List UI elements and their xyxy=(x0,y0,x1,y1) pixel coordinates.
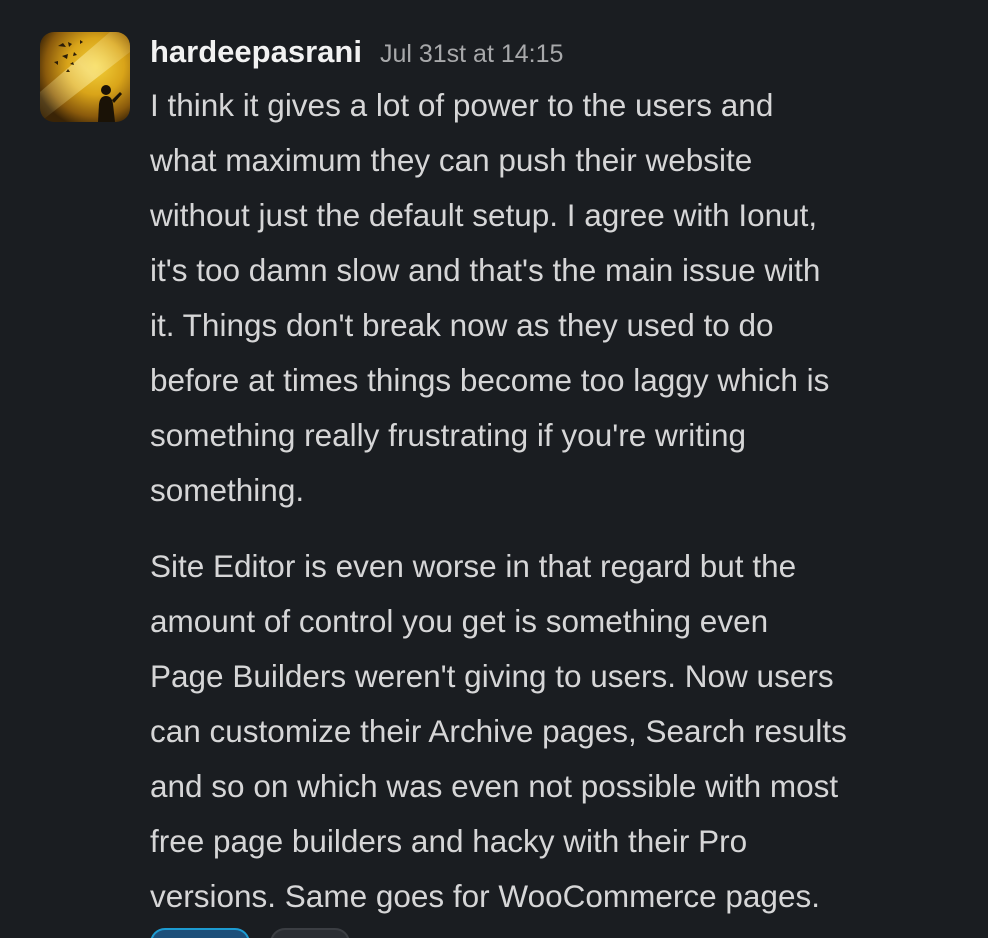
message-view: hardeepasrani Jul 31st at 14:15 I think … xyxy=(0,0,988,938)
message-timestamp[interactable]: Jul 31st at 14:15 xyxy=(380,30,563,78)
message-paragraph-2: Site Editor is even worse in that regard… xyxy=(150,539,975,924)
message-line: something. xyxy=(150,472,305,508)
message-line: before at times things become too laggy … xyxy=(150,362,830,398)
sender-name[interactable]: hardeepasrani xyxy=(150,28,362,76)
message-line: amount of control you get is something e… xyxy=(150,603,769,639)
message-line: and so on which was even not possible wi… xyxy=(150,768,839,804)
message-line: something really frustrating if you're w… xyxy=(150,417,747,453)
user-avatar[interactable] xyxy=(40,32,130,122)
reaction-pill-active[interactable] xyxy=(150,928,250,938)
reaction-strip xyxy=(150,928,350,938)
message-line: Page Builders weren't giving to users. N… xyxy=(150,658,834,694)
message-header: hardeepasrani Jul 31st at 14:15 xyxy=(150,28,975,76)
message-line: it's too damn slow and that's the main i… xyxy=(150,252,821,288)
message-line: I think it gives a lot of power to the u… xyxy=(150,87,774,123)
message-line: without just the default setup. I agree … xyxy=(150,197,818,233)
message-line: Site Editor is even worse in that regard… xyxy=(150,548,797,584)
message-line: free page builders and hacky with their … xyxy=(150,823,748,859)
message-body: hardeepasrani Jul 31st at 14:15 I think … xyxy=(150,28,975,924)
message-line: what maximum they can push their website xyxy=(150,142,753,178)
reaction-pill[interactable] xyxy=(270,928,350,938)
message-paragraph-1: I think it gives a lot of power to the u… xyxy=(150,78,975,518)
message-line: versions. Same goes for WooCommerce page… xyxy=(150,878,820,914)
avatar-photo-icon xyxy=(40,32,130,122)
message-line: can customize their Archive pages, Searc… xyxy=(150,713,847,749)
message-line: it. Things don't break now as they used … xyxy=(150,307,774,343)
